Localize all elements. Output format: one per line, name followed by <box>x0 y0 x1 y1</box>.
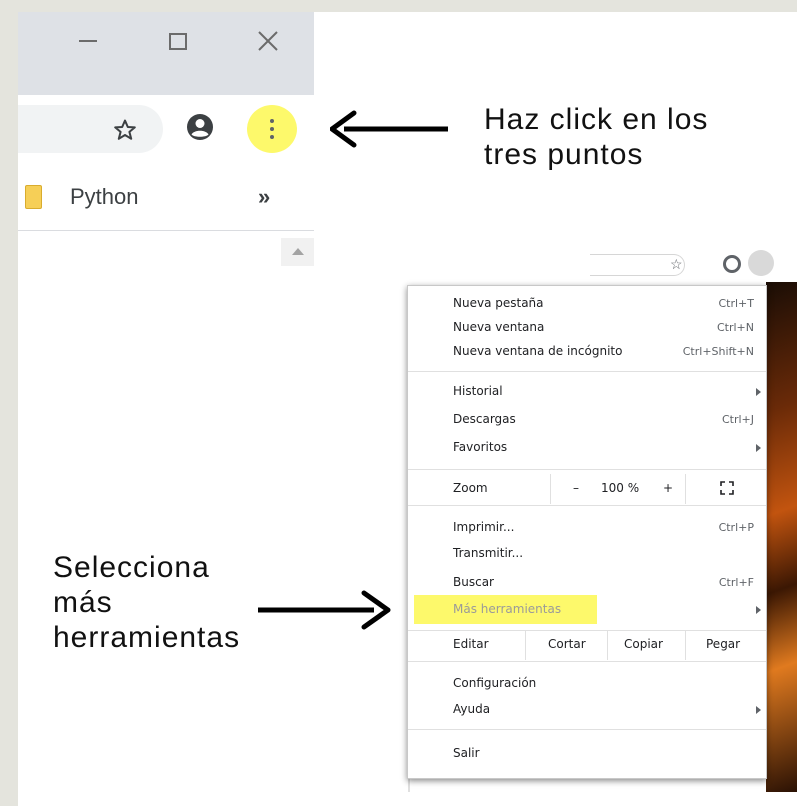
dot-icon <box>270 135 274 139</box>
edit-label: Editar <box>453 637 489 651</box>
maximize-button[interactable] <box>163 26 193 56</box>
bookmark-python[interactable]: Python <box>70 184 139 210</box>
zoom-out-button[interactable]: – <box>573 481 579 495</box>
submenu-arrow-icon <box>756 444 761 452</box>
close-button[interactable] <box>253 26 283 56</box>
menu-item-incognito[interactable]: Nueva ventana de incógnito Ctrl+Shift+N <box>408 340 766 364</box>
close-icon <box>258 31 278 51</box>
menu-item-label: Imprimir... <box>453 520 515 534</box>
three-dots-menu-button[interactable] <box>247 105 297 153</box>
instruction-click-three-dots: Haz click en los tres puntos <box>484 103 708 173</box>
window-titlebar <box>18 12 314 95</box>
menu-separator <box>408 505 766 506</box>
bookmark-star-icon[interactable] <box>113 118 137 142</box>
zoom-controls: – 100 % + <box>550 474 685 504</box>
menu-separator <box>408 661 766 662</box>
menu-item-print[interactable]: Imprimir... Ctrl+P <box>408 516 766 540</box>
menu-item-cast[interactable]: Transmitir... <box>408 542 766 566</box>
menu-item-label: Transmitir... <box>453 546 524 560</box>
dot-icon <box>270 127 274 131</box>
chrome-main-menu: Nueva pestaña Ctrl+T Nueva ventana Ctrl+… <box>407 285 767 779</box>
zoom-level: 100 % <box>601 481 640 495</box>
menu-item-shortcut: Ctrl+F <box>718 576 754 589</box>
bookmarks-bar: Python » <box>18 165 314 231</box>
menu-item-new-window[interactable]: Nueva ventana Ctrl+N <box>408 316 766 340</box>
mini-toolbar: ☆ <box>390 250 797 282</box>
instruction-line: Haz click en los <box>484 103 709 136</box>
submenu-arrow-icon <box>756 706 761 714</box>
menu-separator <box>408 469 766 470</box>
edit-row: Editar Cortar Copiar Pegar <box>408 630 766 660</box>
paste-button[interactable]: Pegar <box>685 630 766 660</box>
menu-item-label: Salir <box>453 746 480 760</box>
menu-item-label: Más herramientas <box>453 602 562 616</box>
copy-button[interactable]: Copiar <box>607 630 685 660</box>
menu-item-help[interactable]: Ayuda <box>408 698 766 722</box>
chrome-menu-screenshot: ☆ Nueva pestaña Ctrl+T Nueva ventana Ctr… <box>390 250 797 792</box>
fullscreen-cell[interactable] <box>685 474 766 504</box>
background-image <box>766 282 797 792</box>
fullscreen-icon <box>720 481 734 495</box>
menu-item-history[interactable]: Historial <box>408 380 766 404</box>
menu-item-more-tools[interactable]: Más herramientas <box>408 598 766 622</box>
mini-menu-button <box>748 250 774 276</box>
cut-label: Cortar <box>548 637 586 651</box>
folder-icon <box>25 185 42 209</box>
instruction-select-more-tools: Selecciona más herramientas <box>53 551 240 655</box>
address-bar[interactable] <box>18 105 163 153</box>
menu-item-settings[interactable]: Configuración <box>408 672 766 696</box>
mini-profile-icon <box>723 255 741 273</box>
paste-label: Pegar <box>706 637 741 651</box>
scrollbar-up-button[interactable] <box>281 238 314 266</box>
submenu-arrow-icon <box>756 388 761 396</box>
bookmarks-overflow-button[interactable]: » <box>258 184 270 210</box>
menu-item-downloads[interactable]: Descargas Ctrl+J <box>408 408 766 432</box>
submenu-arrow-icon <box>756 606 761 614</box>
menu-item-label: Nueva ventana <box>453 320 545 334</box>
copy-label: Copiar <box>624 637 663 651</box>
menu-item-exit[interactable]: Salir <box>408 742 766 766</box>
scroll-up-arrow-icon <box>292 248 304 255</box>
menu-item-label: Nueva pestaña <box>453 296 544 310</box>
menu-item-shortcut: Ctrl+J <box>721 413 754 426</box>
tutorial-canvas: Python » Haz click en los tres puntos Se… <box>18 12 797 806</box>
menu-item-shortcut: Ctrl+N <box>716 321 754 334</box>
instruction-line: tres puntos <box>484 137 644 171</box>
menu-item-bookmarks[interactable]: Favoritos <box>408 436 766 460</box>
mini-star-icon: ☆ <box>670 256 683 272</box>
instruction-line: herramientas <box>53 620 241 654</box>
dot-icon <box>270 119 274 123</box>
minimize-icon <box>79 40 97 42</box>
menu-item-label: Buscar <box>453 575 494 589</box>
instruction-line: más <box>53 585 113 619</box>
instruction-line: Selecciona <box>53 551 210 584</box>
menu-item-shortcut: Ctrl+T <box>718 297 754 310</box>
menu-item-shortcut: Ctrl+P <box>718 521 754 534</box>
zoom-row: Zoom – 100 % + <box>408 474 766 504</box>
menu-item-label: Descargas <box>453 412 516 426</box>
cut-button[interactable]: Cortar <box>525 630 607 660</box>
menu-item-label: Favoritos <box>453 440 508 454</box>
menu-item-label: Historial <box>453 384 503 398</box>
menu-item-label: Configuración <box>453 676 537 690</box>
zoom-label: Zoom <box>453 481 488 495</box>
profile-icon[interactable] <box>186 113 214 141</box>
menu-separator <box>408 729 766 730</box>
minimize-button[interactable] <box>73 26 103 56</box>
zoom-in-button[interactable]: + <box>663 481 673 495</box>
arrow-left-pointer <box>330 110 448 148</box>
menu-item-find[interactable]: Buscar Ctrl+F <box>408 571 766 595</box>
menu-item-label: Nueva ventana de incógnito <box>453 344 623 358</box>
menu-item-label: Ayuda <box>453 702 491 716</box>
menu-separator <box>408 371 766 372</box>
browser-toolbar <box>18 95 314 165</box>
arrow-right-pointer <box>258 590 391 630</box>
menu-item-new-tab[interactable]: Nueva pestaña Ctrl+T <box>408 292 766 316</box>
maximize-icon <box>169 32 187 50</box>
menu-item-shortcut: Ctrl+Shift+N <box>682 345 754 358</box>
